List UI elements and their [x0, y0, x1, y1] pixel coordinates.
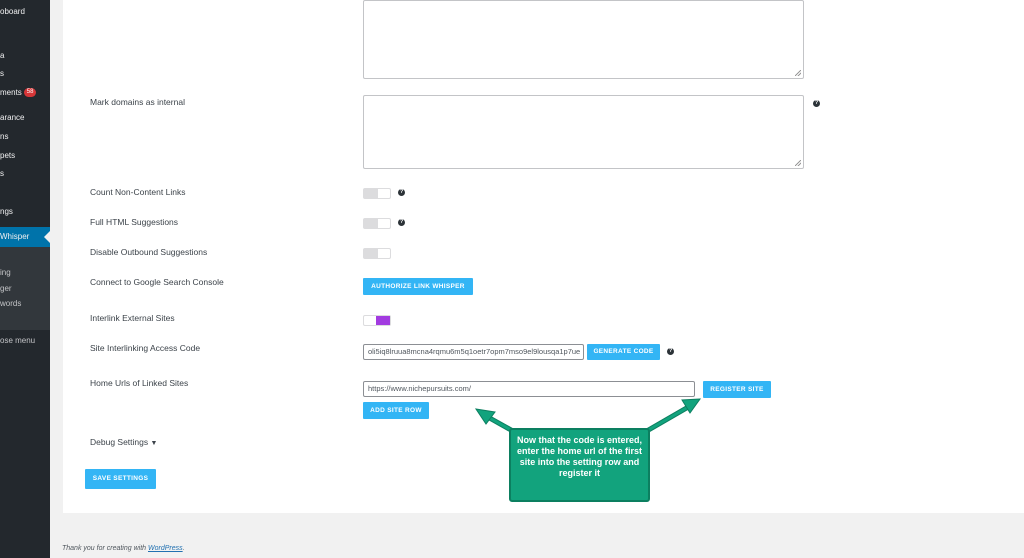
footer-suffix: . — [182, 545, 185, 552]
footer-text: Thank you for creating with — [62, 545, 148, 552]
arrow-to-register-button — [643, 398, 702, 435]
admin-footer: Thank you for creating with WordPress. — [62, 545, 185, 552]
annotation-callout: Now that the code is entered, enter the … — [509, 428, 650, 502]
wordpress-link[interactable]: WordPress — [148, 545, 183, 552]
